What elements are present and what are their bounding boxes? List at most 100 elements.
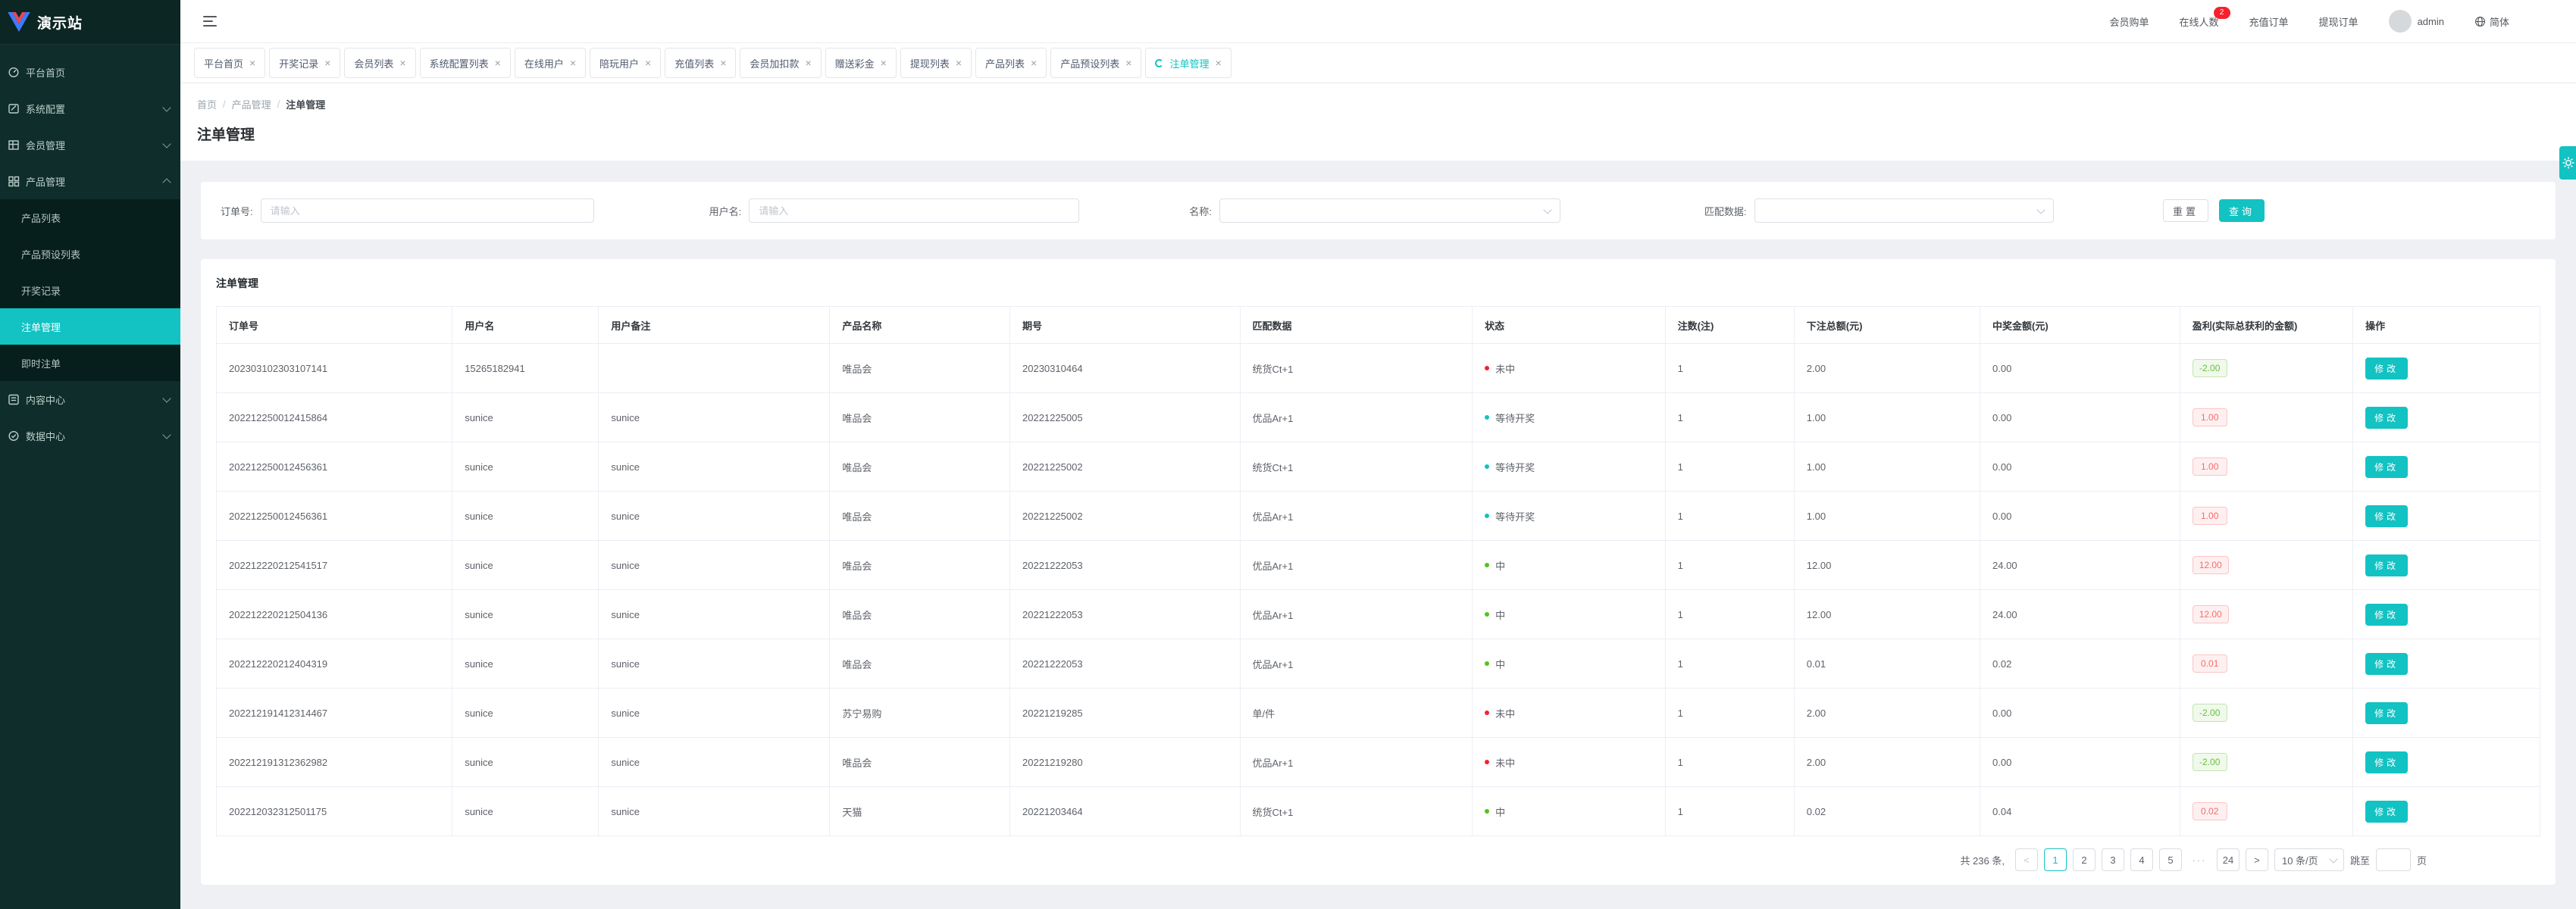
close-tab-icon[interactable] — [249, 58, 255, 68]
language-switcher[interactable]: 简体 — [2474, 14, 2509, 29]
page-size-select[interactable]: 10 条/页 — [2274, 848, 2344, 871]
close-tab-icon[interactable] — [495, 58, 501, 68]
tab[interactable]: 开奖记录 — [269, 48, 340, 78]
page-number-button[interactable]: ··· — [2188, 848, 2211, 871]
close-tab-icon[interactable] — [1031, 58, 1037, 68]
edit-button[interactable]: 修改 — [2365, 604, 2408, 626]
close-tab-icon[interactable] — [805, 58, 811, 68]
nav-recharge-orders[interactable]: 充值订单 — [2249, 14, 2289, 29]
orders-table: 订单号用户名用户备注产品名称期号匹配数据状态注数(注)下注总额(元)中奖金额(元… — [216, 306, 2540, 836]
filter-match-data: 匹配数据: — [1704, 198, 2054, 223]
reset-button[interactable]: 重置 — [2163, 199, 2208, 222]
close-tab-icon[interactable] — [956, 58, 962, 68]
edit-button[interactable]: 修改 — [2365, 653, 2408, 675]
sidebar-subitem[interactable]: 产品列表 — [0, 199, 180, 236]
cell-actions: 修改 — [2353, 639, 2540, 689]
tab[interactable]: 赠送彩金 — [825, 48, 897, 78]
tab[interactable]: 系统配置列表 — [420, 48, 511, 78]
edit-button[interactable]: 修改 — [2365, 554, 2408, 576]
sidebar-item-product-mgmt[interactable]: 产品管理 — [0, 163, 180, 199]
app-logo[interactable]: 演示站 — [0, 0, 180, 45]
cell-username: sunice — [452, 639, 599, 689]
close-tab-icon[interactable] — [1125, 58, 1131, 68]
sidebar-item-content-center[interactable]: 内容中心 — [0, 381, 180, 417]
tab[interactable]: 充值列表 — [665, 48, 736, 78]
column-header: 注数(注) — [1665, 307, 1794, 344]
sidebar-subitem[interactable]: 即时注单 — [0, 345, 180, 381]
tab[interactable]: 提现列表 — [900, 48, 972, 78]
tab[interactable]: 产品预设列表 — [1050, 48, 1141, 78]
search-button[interactable]: 查询 — [2219, 199, 2265, 222]
tab[interactable]: 陪玩用户 — [590, 48, 661, 78]
edit-button[interactable]: 修改 — [2365, 456, 2408, 478]
match-data-label: 匹配数据: — [1704, 204, 1747, 218]
name-select[interactable] — [1219, 198, 1560, 223]
username-label: admin — [2418, 16, 2444, 27]
edit-button[interactable]: 修改 — [2365, 702, 2408, 724]
nav-member-orders[interactable]: 会员购单 — [2110, 14, 2149, 29]
edit-button[interactable]: 修改 — [2365, 505, 2408, 527]
username-input[interactable] — [749, 198, 1079, 223]
jump-page-input[interactable] — [2376, 848, 2411, 871]
cell-username: sunice — [452, 492, 599, 541]
edit-button[interactable]: 修改 — [2365, 358, 2408, 380]
collapse-sidebar-icon[interactable] — [203, 16, 217, 27]
next-page-button[interactable]: > — [2246, 848, 2268, 871]
table-row: 202212032312501175 sunice sunice 天猫 2022… — [217, 787, 2540, 836]
cell-actions: 修改 — [2353, 442, 2540, 492]
cell-actions: 修改 — [2353, 689, 2540, 738]
sidebar-subitem[interactable]: 产品预设列表 — [0, 236, 180, 272]
edit-button[interactable]: 修改 — [2365, 407, 2408, 429]
tab[interactable]: 会员列表 — [344, 48, 415, 78]
language-label: 简体 — [2490, 14, 2509, 29]
content-icon — [8, 393, 20, 405]
match-data-select[interactable] — [1754, 198, 2054, 223]
breadcrumb-product-mgmt[interactable]: 产品管理 — [232, 97, 271, 111]
close-tab-icon[interactable] — [881, 58, 887, 68]
cell-actions: 修改 — [2353, 492, 2540, 541]
close-tab-icon[interactable] — [1215, 58, 1221, 68]
app-window: 演示站 平台首页 系统配置 会员管理 — [0, 0, 2576, 909]
sidebar-subitem[interactable]: 开奖记录 — [0, 272, 180, 308]
close-tab-icon[interactable] — [324, 58, 330, 68]
cell-bet-total: 1.00 — [1794, 393, 1980, 442]
cell-username: sunice — [452, 787, 599, 836]
close-tab-icon[interactable] — [570, 58, 576, 68]
breadcrumb-home[interactable]: 首页 — [197, 97, 217, 111]
tab[interactable]: 产品列表 — [975, 48, 1047, 78]
order-no-input[interactable] — [261, 198, 594, 223]
cell-win-amount: 0.00 — [1980, 442, 2180, 492]
page-number-button[interactable]: 5 — [2159, 848, 2182, 871]
close-tab-icon[interactable] — [720, 58, 726, 68]
cell-profit: 0.02 — [2180, 787, 2352, 836]
profit-badge: -2.00 — [2193, 753, 2227, 771]
cell-remark: sunice — [599, 689, 830, 738]
close-tab-icon[interactable] — [645, 58, 651, 68]
sidebar-subitem[interactable]: 注单管理 — [0, 308, 180, 345]
cell-remark: sunice — [599, 541, 830, 590]
tab[interactable]: 会员加扣款 — [740, 48, 821, 78]
tab[interactable]: 在线用户 — [515, 48, 586, 78]
tab[interactable]: 注单管理 — [1145, 48, 1231, 78]
top-navbar: 会员购单 在线人数 2 充值订单 提现订单 admin 简体 — [180, 0, 2576, 43]
page-number-button[interactable]: 4 — [2130, 848, 2153, 871]
nav-withdraw-orders[interactable]: 提现订单 — [2319, 14, 2358, 29]
nav-online-users[interactable]: 在线人数 2 — [2180, 14, 2219, 29]
page-number-button[interactable]: 2 — [2073, 848, 2096, 871]
sidebar-item-platform-home[interactable]: 平台首页 — [0, 54, 180, 90]
prev-page-button[interactable]: < — [2015, 848, 2038, 871]
sidebar-item-system-config[interactable]: 系统配置 — [0, 90, 180, 127]
page-number-button[interactable]: 1 — [2044, 848, 2067, 871]
edit-button[interactable]: 修改 — [2365, 801, 2408, 823]
page-number-button[interactable]: 24 — [2217, 848, 2240, 871]
sidebar-item-member-mgmt[interactable]: 会员管理 — [0, 127, 180, 163]
chevron-down-icon — [2036, 205, 2045, 214]
profit-badge: 12.00 — [2193, 605, 2229, 623]
edit-button[interactable]: 修改 — [2365, 751, 2408, 773]
close-tab-icon[interactable] — [399, 58, 405, 68]
tab[interactable]: 平台首页 — [194, 48, 265, 78]
user-menu[interactable]: admin — [2389, 10, 2444, 33]
page-number-button[interactable]: 3 — [2102, 848, 2124, 871]
settings-drawer-button[interactable] — [2559, 146, 2576, 180]
sidebar-item-data-center[interactable]: 数据中心 — [0, 417, 180, 454]
